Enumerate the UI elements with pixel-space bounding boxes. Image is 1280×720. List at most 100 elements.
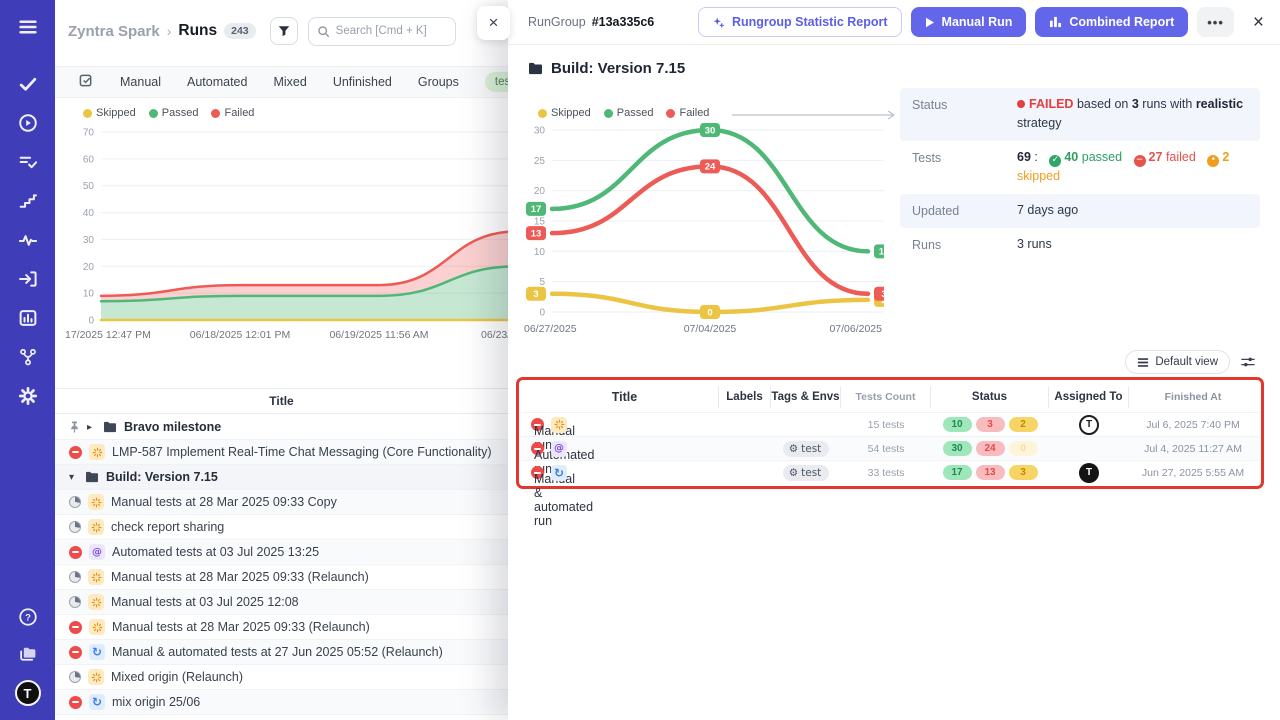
tag-chip[interactable]: ⚙test (783, 465, 830, 481)
help-icon[interactable]: ? (17, 606, 39, 628)
run-list-item[interactable]: Manual tests at 28 Mar 2025 09:33 (Relau… (55, 615, 508, 640)
play-circle-icon[interactable] (17, 112, 39, 134)
tests-value: 69 : ✓40 passed −27 failed •2 skipped (1017, 148, 1248, 187)
svg-text:3: 3 (881, 289, 884, 300)
column-header-finished-at[interactable]: Finished At (1129, 386, 1257, 408)
caret-down-icon[interactable]: ▾ (69, 472, 78, 483)
run-title-cell[interactable]: Manual run (521, 417, 719, 433)
tab-unfinished[interactable]: Unfinished (333, 75, 392, 89)
column-header-title[interactable]: Title (521, 386, 719, 408)
tab-groups[interactable]: Groups (418, 75, 459, 89)
status-failed-icon: Automated run (531, 442, 544, 455)
svg-text:20: 20 (83, 262, 95, 273)
run-list-item[interactable]: Manual tests at 28 Mar 2025 09:33 Copy (55, 490, 508, 515)
filter-button[interactable] (270, 17, 298, 45)
run-title-cell[interactable]: Automated run@ (521, 441, 719, 457)
tab-test-work-badge[interactable]: test work (485, 72, 508, 92)
svg-text:15: 15 (534, 217, 546, 228)
table-row[interactable]: Manual & automated run↻⚙test33 tests1713… (521, 460, 1259, 484)
search-box[interactable] (308, 17, 456, 46)
manual-run-button[interactable]: Manual Run (911, 7, 1027, 37)
more-actions-button[interactable]: ••• (1197, 7, 1234, 37)
close-drawer-icon[interactable]: × (1253, 13, 1264, 32)
svg-text:5: 5 (539, 277, 545, 288)
status-failed-icon (69, 446, 82, 459)
select-all-icon[interactable] (79, 73, 94, 91)
bar-chart-icon[interactable] (17, 307, 39, 329)
combined-report-button[interactable]: Combined Report (1035, 7, 1188, 37)
list-check-icon[interactable] (17, 151, 39, 173)
menu-icon[interactable] (17, 16, 39, 38)
table-settings-icon[interactable] (1240, 355, 1256, 369)
skipped-dot-icon: • (1207, 155, 1219, 167)
list-view-icon (1137, 357, 1149, 368)
pin-icon[interactable] (69, 421, 80, 433)
finished-at-cell: Jun 27, 2025 5:55 AM (1129, 467, 1257, 479)
column-header-tests-count[interactable]: Tests Count (841, 386, 931, 408)
status-cell: 17133 (931, 465, 1049, 480)
run-title: Bravo milestone (124, 420, 221, 434)
legend-dot (538, 109, 547, 118)
tab-manual[interactable]: Manual (120, 75, 161, 89)
run-list-item[interactable]: Manual tests at 03 Jul 2025 12:08 (55, 590, 508, 615)
detail-tests-row: Tests 69 : ✓40 passed −27 failed •2 skip… (900, 141, 1260, 194)
drawer-actions: Rungroup Statistic Report Manual Run Com… (698, 7, 1264, 37)
tests-count-cell: 15 tests (841, 419, 931, 431)
run-list-item[interactable]: Mixed origin (Relaunch) (55, 665, 508, 690)
runs-count-badge: 243 (224, 23, 256, 39)
run-list-item[interactable]: @Automated tests at 03 Jul 2025 13:25 (55, 540, 508, 565)
folders-icon[interactable] (17, 643, 39, 665)
gear-icon[interactable] (17, 385, 39, 407)
column-header-labels[interactable]: Labels (719, 386, 771, 408)
detail-status-row: Status FAILED based on 3 runs with reali… (900, 88, 1260, 141)
column-header-status[interactable]: Status (931, 386, 1049, 408)
steps-icon[interactable] (17, 190, 39, 212)
search-input[interactable] (336, 25, 446, 37)
svg-text:25: 25 (534, 156, 546, 167)
pulse-icon[interactable] (17, 229, 39, 251)
run-list-item[interactable]: ▸ Bravo milestone (55, 415, 508, 440)
mixed-run-icon: ↻ (89, 694, 105, 710)
run-list-item[interactable]: ↻Manual & automated tests at 27 Jun 2025… (55, 640, 508, 665)
run-list-item[interactable]: LMP-587 Implement Real-Time Chat Messagi… (55, 440, 508, 465)
run-list-item[interactable]: ↻mix origin 25/06 (55, 690, 508, 715)
close-panel-button[interactable]: × (477, 6, 510, 40)
tab-mixed[interactable]: Mixed (273, 75, 306, 89)
run-list-item[interactable]: ▾Build: Version 7.15 (55, 465, 508, 490)
app-sidebar: ? T (0, 0, 55, 720)
mixed-run-icon: ↻ (551, 465, 567, 481)
legend-skipped[interactable]: Skipped (83, 107, 136, 119)
svg-text:06/27/2025: 06/27/2025 (524, 323, 577, 335)
status-partial-icon (69, 596, 81, 608)
column-header-assigned-to[interactable]: Assigned To (1049, 386, 1129, 408)
check-icon[interactable] (17, 73, 39, 95)
svg-text:10: 10 (83, 289, 95, 300)
assignee-avatar[interactable]: T (1079, 463, 1099, 483)
passed-check-icon: ✓ (1049, 155, 1061, 167)
breadcrumb-project[interactable]: Zyntra Spark (68, 23, 160, 40)
user-avatar[interactable]: T (15, 680, 41, 706)
run-list-item[interactable]: check report sharing (55, 515, 508, 540)
sign-in-icon[interactable] (17, 268, 39, 290)
assignee-avatar[interactable]: T (1079, 415, 1099, 435)
legend-passed[interactable]: Passed (149, 107, 199, 119)
tag-chip[interactable]: ⚙test (783, 441, 830, 457)
table-row[interactable]: Manual run15 tests1032TJul 6, 2025 7:40 … (521, 412, 1259, 436)
runs-page: Zyntra Spark › Runs 243 Manual Automated… (55, 0, 508, 720)
default-view-button[interactable]: Default view (1125, 350, 1230, 374)
skipped-pill: 0 (1009, 441, 1038, 456)
branch-icon[interactable] (17, 346, 39, 368)
svg-text:17: 17 (531, 204, 542, 215)
status-partial-icon (69, 521, 81, 533)
rungroup-statistic-report-button[interactable]: Rungroup Statistic Report (698, 7, 902, 37)
failed-pill: 24 (976, 441, 1005, 456)
legend-failed[interactable]: Failed (211, 107, 254, 119)
run-title-cell[interactable]: Manual & automated run ↻ (521, 465, 719, 481)
status-failed-icon: Manual & automated run (531, 466, 544, 479)
caret-right-icon[interactable]: ▸ (87, 422, 96, 433)
runs-header: Zyntra Spark › Runs 243 (55, 12, 508, 50)
column-header-tags-envs[interactable]: Tags & Envs (771, 386, 841, 408)
run-list-item[interactable]: Manual tests at 28 Mar 2025 09:33 (Relau… (55, 565, 508, 590)
tab-automated[interactable]: Automated (187, 75, 247, 89)
table-row[interactable]: Automated run@⚙test54 tests30240Jul 4, 2… (521, 436, 1259, 460)
